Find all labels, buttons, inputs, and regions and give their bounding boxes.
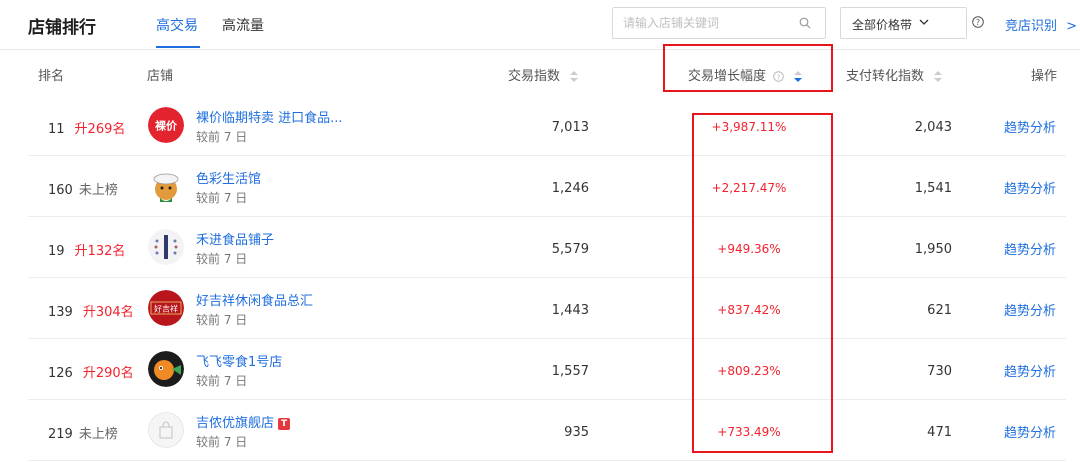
competitor-identify-link[interactable]: 竞店识别 > (1005, 15, 1077, 34)
shop-name-link[interactable]: 吉侬优旗舰店 T (196, 412, 291, 431)
pay-conversion-value: 2,043 (914, 120, 952, 135)
trend-analysis-link[interactable]: 趋势分析 (1004, 300, 1056, 319)
col-header-trade-index[interactable]: 交易指数 (508, 65, 579, 84)
rank-number: 11 (48, 122, 65, 137)
price-range-select[interactable]: 全部价格带 (840, 7, 967, 39)
sort-icon[interactable] (570, 71, 579, 82)
col-header-action: 操作 (1031, 69, 1058, 84)
competitor-identify-label: 竞店识别 (1005, 19, 1058, 34)
avatar-text: 好吉祥 (154, 304, 178, 314)
rank-change: 升290名 (82, 366, 134, 381)
col-header-rank: 排名 (38, 69, 65, 84)
tab-high-trade[interactable]: 高交易 (156, 15, 198, 35)
top-bar: 店铺排行 高交易 高流量 全部价格带 ? 竞店识别 > (0, 0, 1080, 50)
trade-index-value: 1,443 (551, 303, 589, 318)
trade-index-value: 1,246 (551, 181, 589, 196)
shop-avatar[interactable]: 裸价 (148, 107, 184, 143)
shop-search-input[interactable] (613, 8, 793, 38)
rank-change: 升304名 (82, 305, 134, 320)
rank-number: 139 (48, 305, 73, 320)
shop-name-link[interactable]: 色彩生活馆 (196, 168, 261, 187)
shop-compare-period: 较前 7 日 (196, 374, 248, 388)
trade-index-value: 1,557 (551, 364, 589, 379)
shop-avatar-placeholder[interactable] (148, 412, 184, 448)
table-row: 219 未上榜 吉侬优旗舰店 T 较前 7 日 935 +733.49% 471 趋… (28, 400, 1066, 461)
rank-number: 126 (48, 366, 73, 381)
shop-compare-period: 较前 7 日 (196, 130, 248, 144)
svg-text:?: ? (976, 18, 980, 27)
rank-number: 19 (48, 244, 65, 259)
table-row: 11 升269名 裸价 裸价临期特卖 进口食品... 较前 7 日 7,013 +… (28, 95, 1066, 156)
help-icon[interactable]: ? (972, 16, 984, 28)
shop-compare-period: 较前 7 日 (196, 435, 248, 449)
trend-analysis-link[interactable]: 趋势分析 (1004, 239, 1056, 258)
table-row: 126 升290名 飞飞零食1号店 较前 7 日 1,557 +809.23% 7… (28, 339, 1066, 400)
rank-cell: 219 未上榜 (48, 423, 118, 442)
pay-conversion-value: 1,541 (914, 181, 952, 196)
rank-number: 219 (48, 427, 73, 442)
pay-conversion-value: 730 (927, 364, 952, 379)
trade-index-value: 935 (564, 425, 589, 440)
chevron-down-icon (919, 19, 929, 25)
rank-change: 升269名 (74, 122, 126, 137)
highlight-box-header (663, 44, 833, 92)
col-header-pay-conversion[interactable]: 支付转化指数 (846, 65, 943, 84)
rank-cell: 19 升132名 (48, 240, 125, 259)
shop-compare-period: 较前 7 日 (196, 191, 248, 205)
price-range-value: 全部价格带 (852, 18, 913, 32)
chevron-right-icon: > (1066, 19, 1078, 34)
trade-index-value: 7,013 (551, 120, 589, 135)
rank-cell: 11 升269名 (48, 118, 125, 137)
col-header-trade-index-label: 交易指数 (508, 69, 561, 84)
trend-analysis-link[interactable]: 趋势分析 (1004, 178, 1056, 197)
pay-conversion-value: 471 (927, 425, 952, 440)
active-tab-indicator (156, 46, 200, 48)
shop-name-link[interactable]: 裸价临期特卖 进口食品... (196, 107, 343, 126)
rank-change: 未上榜 (78, 427, 118, 442)
table-row: 19 升132名 禾进食品铺子 较前 7 日 5,579 +949.36% 1,9… (28, 217, 1066, 278)
table-row: 160 未上榜 色彩生活馆 较前 7 日 1,246 +2,217.47% 1,5… (28, 156, 1066, 217)
col-header-pay-conversion-label: 支付转化指数 (846, 69, 925, 84)
trend-analysis-link[interactable]: 趋势分析 (1004, 117, 1056, 136)
shop-name-link[interactable]: 禾进食品铺子 (196, 229, 274, 248)
trend-analysis-link[interactable]: 趋势分析 (1004, 422, 1056, 441)
pay-conversion-value: 1,950 (914, 242, 952, 257)
trend-analysis-link[interactable]: 趋势分析 (1004, 361, 1056, 380)
shop-avatar[interactable] (148, 229, 184, 265)
trade-index-value: 5,579 (551, 242, 589, 257)
shop-compare-period: 较前 7 日 (196, 313, 248, 327)
shop-avatar[interactable]: 好吉祥 (148, 290, 184, 326)
page-title: 店铺排行 (28, 18, 96, 38)
shop-avatar[interactable] (148, 168, 184, 204)
shop-avatar[interactable] (148, 351, 184, 387)
rank-change: 未上榜 (78, 183, 118, 198)
pay-conversion-value: 621 (927, 303, 952, 318)
tmall-badge-icon: T (278, 418, 291, 430)
rank-change: 升132名 (74, 244, 126, 259)
shop-name-link[interactable]: 好吉祥休闲食品总汇 (196, 290, 313, 309)
highlight-box-column (692, 113, 833, 453)
rank-cell: 126 升290名 (48, 362, 134, 381)
rank-cell: 139 升304名 (48, 301, 134, 320)
shop-compare-period: 较前 7 日 (196, 252, 248, 266)
avatar-text: 裸价 (155, 119, 178, 133)
shop-name-text: 吉侬优旗舰店 (196, 416, 275, 431)
search-icon[interactable] (799, 17, 811, 29)
shop-search-box[interactable] (612, 7, 826, 39)
sort-icon[interactable] (934, 71, 943, 82)
rank-number: 160 (48, 183, 73, 198)
col-header-shop: 店铺 (147, 69, 174, 84)
table-row: 139 升304名 好吉祥 好吉祥休闲食品总汇 较前 7 日 1,443 +837… (28, 278, 1066, 339)
shop-name-link[interactable]: 飞飞零食1号店 (196, 351, 282, 370)
rank-cell: 160 未上榜 (48, 179, 118, 198)
tab-high-traffic[interactable]: 高流量 (222, 15, 264, 35)
